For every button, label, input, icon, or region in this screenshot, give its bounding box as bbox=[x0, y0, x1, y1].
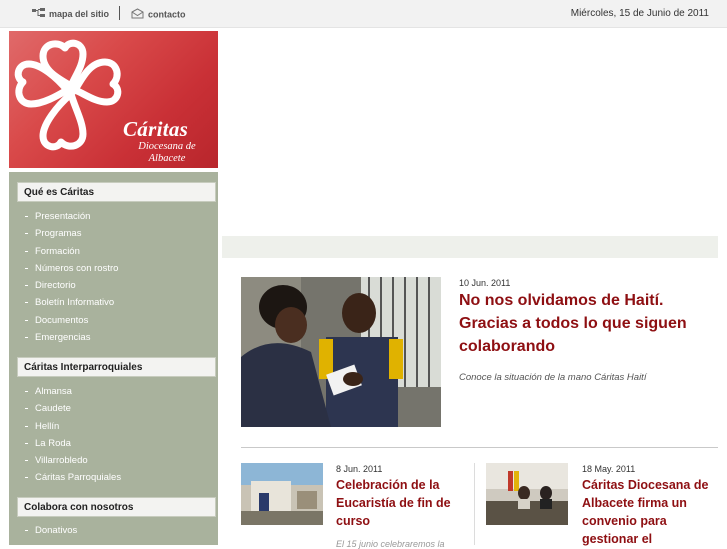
menu-interparroquiales: Almansa Caudete Hellín La Roda Villarrob… bbox=[25, 383, 121, 487]
topbar-divider bbox=[119, 6, 120, 20]
featured-summary: Conoce la situación de la mano Cáritas H… bbox=[459, 372, 647, 383]
contact-label: contacto bbox=[148, 9, 186, 20]
section-header-que-es-caritas[interactable]: Qué es Cáritas bbox=[17, 182, 216, 202]
news-title-link-2[interactable]: Cáritas Diocesana de Albacete firma un c… bbox=[582, 476, 712, 548]
featured-title-link[interactable]: No nos olvidamos de Haití. Gracias a tod… bbox=[459, 289, 714, 358]
news-column-divider bbox=[474, 463, 475, 545]
news-date-1: 8 Jun. 2011 bbox=[336, 464, 383, 474]
sitemap-icon bbox=[32, 8, 45, 20]
menu-item-caudete[interactable]: Caudete bbox=[25, 400, 121, 417]
logo-brand: Cáritas bbox=[123, 117, 189, 141]
menu-item-donativos[interactable]: Donativos bbox=[25, 522, 77, 539]
news-photo-1[interactable] bbox=[241, 463, 323, 525]
news-title-link-1[interactable]: Celebración de la Eucaristía de fin de c… bbox=[336, 476, 456, 530]
news-photo-2[interactable] bbox=[486, 463, 568, 525]
menu-item-numeros[interactable]: Números con rostro bbox=[25, 260, 118, 277]
menu-colabora: Donativos bbox=[25, 522, 77, 539]
menu-item-documentos[interactable]: Documentos bbox=[25, 312, 118, 329]
caritas-cross-icon bbox=[14, 39, 122, 151]
menu-item-presentacion[interactable]: Presentación bbox=[25, 208, 118, 225]
current-date: Miércoles, 15 de Junio de 2011 bbox=[570, 8, 709, 19]
menu-item-boletin[interactable]: Boletín Informativo bbox=[25, 294, 118, 311]
menu-item-emergencias[interactable]: Emergencias bbox=[25, 329, 118, 346]
sitemap-label: mapa del sitio bbox=[49, 9, 110, 19]
logo-subtitle-line1: Diocesana de bbox=[138, 141, 196, 152]
news-summary-1: El 15 junio celebraremos la bbox=[336, 539, 445, 549]
menu-item-la-roda[interactable]: La Roda bbox=[25, 435, 121, 452]
menu-item-almansa[interactable]: Almansa bbox=[25, 383, 121, 400]
banner-area bbox=[222, 31, 718, 236]
content-subbar bbox=[222, 236, 718, 258]
featured-date: 10 Jun. 2011 bbox=[459, 278, 511, 288]
news-date-2: 18 May. 2011 bbox=[582, 464, 636, 474]
menu-item-hellin[interactable]: Hellín bbox=[25, 418, 121, 435]
section-header-colabora[interactable]: Colabora con nosotros bbox=[17, 497, 216, 517]
menu-item-programas[interactable]: Programas bbox=[25, 225, 118, 242]
menu-que-es-caritas: Presentación Programas Formación Números… bbox=[25, 208, 118, 346]
envelope-icon bbox=[131, 8, 144, 21]
top-bar: mapa del sitio contacto Miércoles, 15 de… bbox=[0, 0, 727, 28]
featured-photo[interactable] bbox=[241, 277, 441, 427]
logo-subtitle-line2: Albacete bbox=[148, 153, 186, 164]
section-header-interparroquiales[interactable]: Cáritas Interparroquiales bbox=[17, 357, 216, 377]
caritas-logo[interactable]: Cáritas Diocesana de Albacete bbox=[9, 31, 218, 168]
contact-link[interactable]: contacto bbox=[131, 8, 186, 21]
logo-subtitle: Diocesana de Albacete bbox=[119, 141, 215, 165]
divider bbox=[241, 447, 718, 448]
sidebar: Qué es Cáritas Presentación Programas Fo… bbox=[9, 172, 218, 545]
menu-item-directorio[interactable]: Directorio bbox=[25, 277, 118, 294]
sitemap-link[interactable]: mapa del sitio bbox=[32, 8, 109, 20]
menu-item-parroquiales[interactable]: Cáritas Parroquiales bbox=[25, 469, 121, 486]
menu-item-villarrobledo[interactable]: Villarrobledo bbox=[25, 452, 121, 469]
menu-item-formacion[interactable]: Formación bbox=[25, 243, 118, 260]
